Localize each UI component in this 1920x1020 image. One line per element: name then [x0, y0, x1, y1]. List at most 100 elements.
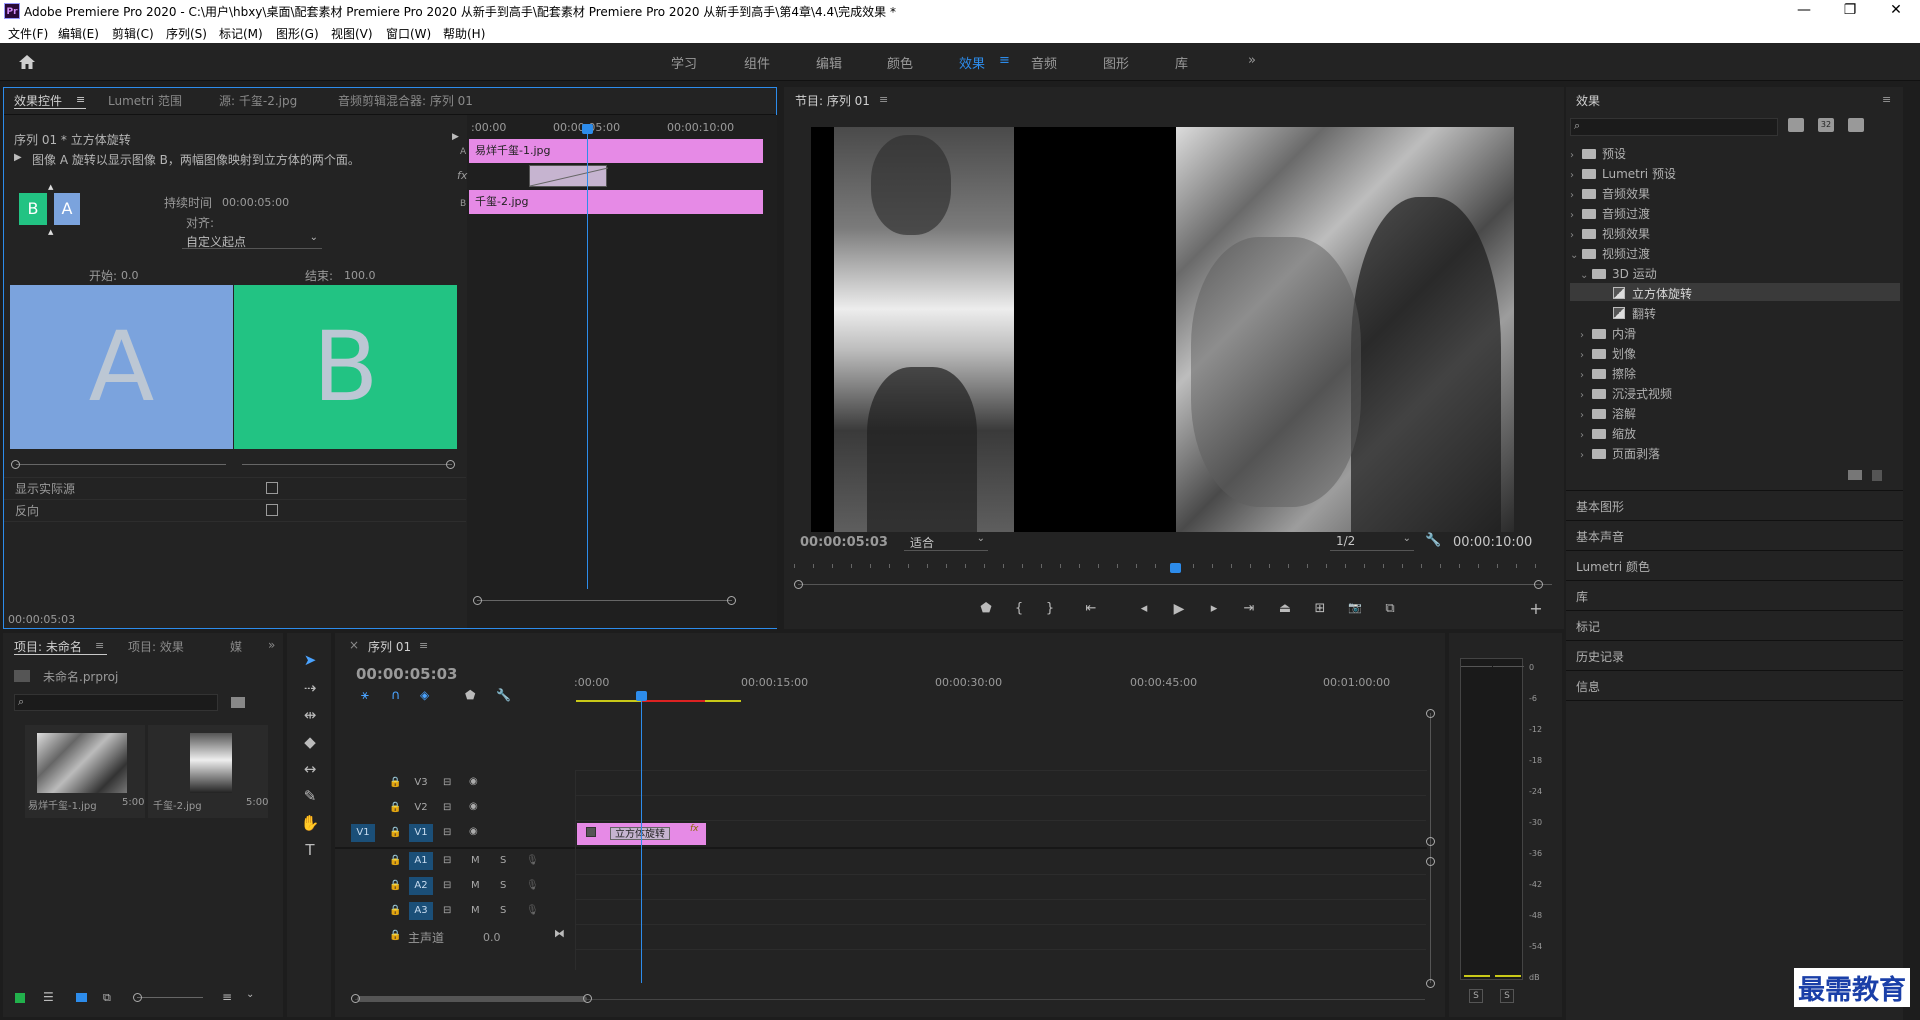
eye-icon[interactable]: ◉ [469, 801, 478, 812]
menu-marker[interactable]: 标记(M) [219, 25, 263, 42]
lift-button[interactable]: ⏏ [1275, 601, 1295, 616]
solo-left-button[interactable]: S [1469, 989, 1483, 1003]
workspace-editing[interactable]: 编辑 [816, 53, 842, 72]
transition-on-clip[interactable]: 立方体旋转 [610, 827, 670, 840]
tab-project-untitled[interactable]: 项目: 未命名 [14, 638, 82, 655]
tab-source[interactable]: 源: 千玺-2.jpg [219, 92, 297, 109]
workspace-graphics[interactable]: 图形 [1103, 53, 1129, 72]
sync-lock-icon[interactable]: ⊟ [443, 777, 451, 788]
mini-zoom-left-handle[interactable] [473, 596, 482, 605]
track-select-tool-icon[interactable]: ⇢ [297, 676, 323, 700]
panel-overflow-button[interactable]: » [268, 638, 275, 652]
thumbnail-zoom-handle[interactable] [133, 993, 142, 1002]
wrench-icon[interactable]: 🔧 [1425, 533, 1441, 548]
end-value[interactable]: 100.0 [344, 269, 376, 282]
panel-menu-icon[interactable]: ≡ [419, 639, 428, 652]
master-track-volume[interactable]: 0.0 [483, 931, 501, 944]
tree-item-dissolve[interactable]: › 溶解 [1580, 405, 1636, 423]
vertical-zoom-bar[interactable] [1430, 713, 1431, 983]
menu-graphics[interactable]: 图形(G) [276, 25, 319, 42]
tab-project-effects[interactable]: 项目: 效果 [128, 638, 184, 655]
thumbnail-zoom-slider[interactable] [137, 997, 203, 998]
menu-view[interactable]: 视图(V) [331, 25, 373, 42]
tree-item-iris[interactable]: › 划像 [1580, 345, 1636, 363]
comparison-view-button[interactable]: ⧉ [1380, 601, 1400, 616]
accelerated-effects-icon[interactable] [1788, 118, 1804, 132]
yuv-effects-icon[interactable] [1848, 118, 1864, 132]
close-sequence-icon[interactable]: × [349, 638, 359, 652]
step-back-button[interactable]: ◂ [1134, 601, 1154, 616]
panel-essential-sound[interactable]: 基本声音 [1576, 528, 1624, 545]
program-zoom-bar[interactable] [798, 584, 1552, 585]
timeline-timecode[interactable]: 00:00:05:03 [356, 665, 458, 683]
mark-in-button[interactable]: { [1009, 601, 1029, 616]
workspace-menu-icon[interactable]: ≡ [999, 53, 1010, 68]
step-forward-button[interactable]: ▸ [1204, 601, 1224, 616]
horizontal-zoom-left-handle[interactable] [351, 994, 360, 1003]
selection-tool-icon[interactable]: ➤ [297, 648, 323, 672]
solo-a2-button[interactable]: S [500, 880, 506, 891]
duration-value[interactable]: 00:00:05:00 [222, 196, 289, 209]
zoom-fit-dropdown[interactable]: 适合 ⌄ [904, 533, 988, 551]
panel-menu-icon[interactable]: ≡ [879, 93, 888, 106]
close-button[interactable]: ✕ [1873, 0, 1919, 22]
mute-a1-button[interactable]: M [471, 855, 480, 866]
workspace-libraries[interactable]: 库 [1175, 53, 1188, 72]
workspace-learning[interactable]: 学习 [671, 53, 697, 72]
add-marker-icon[interactable]: ⬟ [465, 688, 475, 702]
tree-item-audio-effects[interactable]: › 音频效果 [1570, 185, 1650, 203]
workspace-audio[interactable]: 音频 [1031, 53, 1057, 72]
panel-lumetri-color[interactable]: Lumetri 颜色 [1576, 558, 1650, 575]
lock-icon[interactable]: 🔒 [389, 855, 401, 866]
slip-tool-icon[interactable]: ↔ [297, 757, 323, 781]
menu-file[interactable]: 文件(F) [8, 25, 48, 42]
wrench-icon[interactable]: 🔧 [496, 688, 511, 702]
trash-icon[interactable] [1872, 470, 1882, 481]
linked-selection-icon[interactable]: ◈ [420, 688, 429, 702]
tree-item-page-peel[interactable]: › 页面剥落 [1580, 445, 1660, 463]
panel-menu-icon[interactable]: ≡ [1882, 93, 1891, 106]
panel-menu-icon[interactable]: ≡ [95, 639, 104, 652]
end-slider[interactable] [242, 464, 452, 465]
program-zoom-left-handle[interactable] [794, 580, 803, 589]
vertical-zoom-top-handle[interactable] [1426, 709, 1435, 718]
horizontal-scroll-thumb[interactable] [357, 996, 587, 1002]
vertical-zoom-mid-handle[interactable] [1426, 837, 1435, 846]
mini-transition-clip[interactable] [529, 165, 608, 187]
program-zoom-right-handle[interactable] [1534, 580, 1543, 589]
menu-sequence[interactable]: 序列(S) [166, 25, 207, 42]
track-a1-label[interactable]: A1 [409, 852, 433, 870]
thumb-arrow-bottom-icon[interactable]: ▲ [48, 228, 53, 236]
menu-help[interactable]: 帮助(H) [443, 25, 485, 42]
audio-zoom-top-handle[interactable] [1426, 857, 1435, 866]
type-tool-icon[interactable]: T [297, 838, 323, 862]
ripple-edit-tool-icon[interactable]: ⇹ [297, 703, 323, 727]
tree-item-wipe[interactable]: › 擦除 [1580, 365, 1636, 383]
start-slider-handle[interactable] [11, 460, 20, 469]
play-button[interactable]: ▶ [1169, 601, 1189, 617]
panel-markers[interactable]: 标记 [1576, 618, 1600, 635]
track-a3-label[interactable]: A3 [409, 902, 433, 920]
lock-icon[interactable] [15, 993, 25, 1003]
new-search-bin-icon[interactable] [231, 697, 245, 708]
snap-icon[interactable]: ∩ [391, 688, 401, 703]
panel-menu-icon[interactable]: ≡ [76, 93, 85, 106]
collapse-timeline-icon[interactable]: ▶ [452, 132, 459, 142]
sync-lock-icon[interactable]: ⊟ [443, 827, 451, 838]
lock-icon[interactable]: 🔒 [389, 880, 401, 891]
microphone-icon[interactable]: 🎙 [526, 905, 539, 916]
maximize-button[interactable]: ❐ [1827, 0, 1873, 22]
microphone-icon[interactable]: 🎙 [526, 855, 539, 866]
minimize-button[interactable]: — [1781, 0, 1827, 22]
mini-playhead[interactable] [587, 129, 588, 589]
workspace-effects[interactable]: 效果 [959, 53, 985, 72]
sync-lock-icon[interactable]: ⊟ [443, 905, 451, 916]
tree-item-cube-spin[interactable]: 立方体旋转 [1613, 285, 1692, 303]
tree-item-video-effects[interactable]: › 视频效果 [1570, 225, 1650, 243]
end-slider-handle[interactable] [446, 460, 455, 469]
sync-lock-icon[interactable]: ⊟ [443, 880, 451, 891]
effects-panel-title[interactable]: 效果 [1576, 92, 1600, 109]
mark-out-button[interactable]: } [1040, 601, 1060, 616]
panel-history[interactable]: 历史记录 [1576, 648, 1624, 665]
go-to-out-button[interactable]: ⇥ [1239, 601, 1259, 616]
